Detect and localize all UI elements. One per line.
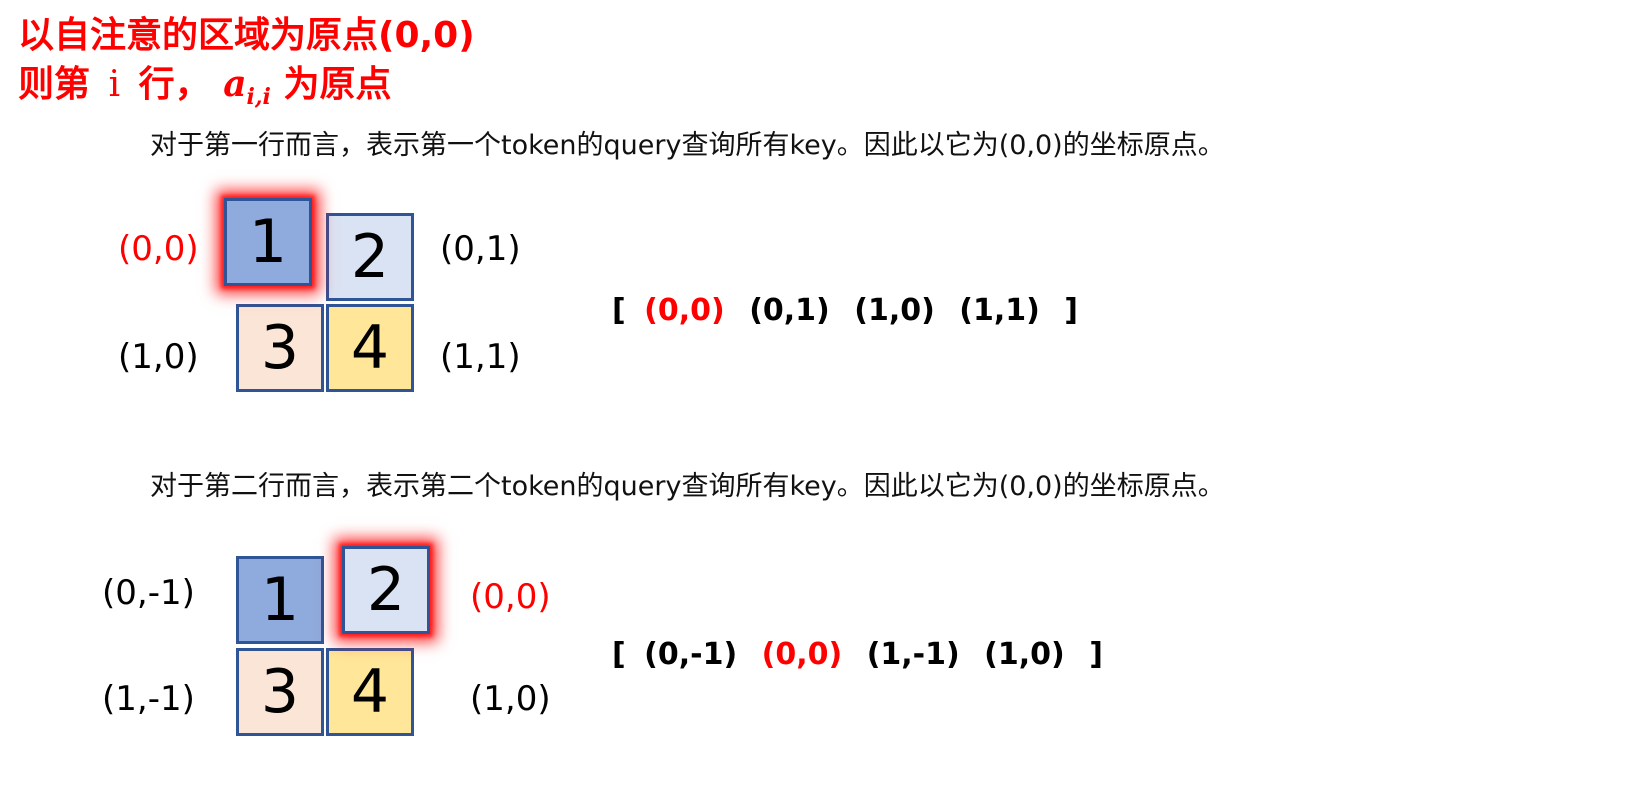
title-line-2-i: i (108, 64, 121, 105)
s2-label-b3: (1,-1) (102, 679, 195, 719)
s1-list-item: (1,0) (854, 293, 935, 328)
s1-list-close: ] (1064, 293, 1079, 328)
s1-label-b4: (1,1) (440, 337, 521, 377)
s1-list-item: (0,0) (644, 293, 725, 328)
s2-list-close: ] (1089, 637, 1103, 672)
section-1-text: 对于第一行而言，表示第一个token的query查询所有key。因此以它为(0,… (150, 130, 1225, 161)
s2-label-b1: (0,-1) (102, 573, 195, 613)
math-subscript: i,i (246, 84, 271, 110)
title-line-2-suffix: 为原点 (283, 64, 392, 105)
s1-list-item: (1,1) (959, 293, 1040, 328)
s2-list-open: [ (612, 637, 626, 672)
s2-list-item: (0,0) (761, 637, 843, 672)
title-line-1: 以自注意的区域为原点(0,0) (18, 15, 475, 56)
s2-label-b4: (1,0) (470, 679, 551, 719)
s2-box-1: 1 (236, 556, 324, 644)
s2-box-3: 3 (236, 648, 324, 736)
math-variable-a: a (223, 63, 247, 105)
s1-label-b3: (1,0) (118, 337, 199, 377)
title-line-2: 则第 i 行， ai,i 为原点 (18, 66, 391, 108)
s1-label-b1: (0,0) (118, 229, 199, 269)
s1-box-3: 3 (236, 304, 324, 392)
title-line-2-prefix: 则第 (18, 64, 91, 105)
s1-box-1: 1 (224, 198, 312, 286)
s1-list-item: (0,1) (749, 293, 830, 328)
s1-label-b2: (0,1) (440, 229, 521, 269)
section-2-list: [ (0,-1) (0,0) (1,-1) (1,0) ] (612, 640, 1103, 670)
s2-box-4: 4 (326, 648, 414, 736)
s2-list-item: (0,-1) (644, 637, 738, 672)
s2-label-b2: (0,0) (470, 577, 551, 617)
s2-list-item: (1,0) (984, 637, 1065, 672)
section-2-text: 对于第二行而言，表示第二个token的query查询所有key。因此以它为(0,… (150, 471, 1225, 502)
section-1-list: [ (0,0) (0,1) (1,0) (1,1) ] (612, 296, 1078, 326)
s1-box-4: 4 (326, 304, 414, 392)
s1-list-open: [ (612, 293, 626, 328)
title-line-2-mid: 行， (138, 64, 211, 105)
s2-box-2: 2 (342, 546, 430, 634)
s2-list-item: (1,-1) (866, 637, 960, 672)
s1-box-2: 2 (326, 213, 414, 301)
